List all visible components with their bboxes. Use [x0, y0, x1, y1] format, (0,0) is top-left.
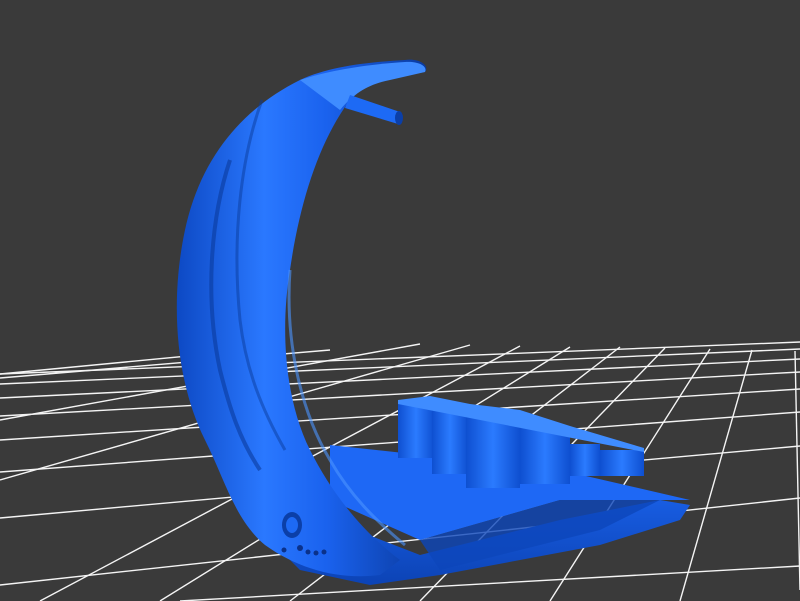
top-rod	[345, 95, 403, 125]
3d-viewport[interactable]	[0, 0, 800, 601]
3d-scene[interactable]	[0, 0, 800, 601]
